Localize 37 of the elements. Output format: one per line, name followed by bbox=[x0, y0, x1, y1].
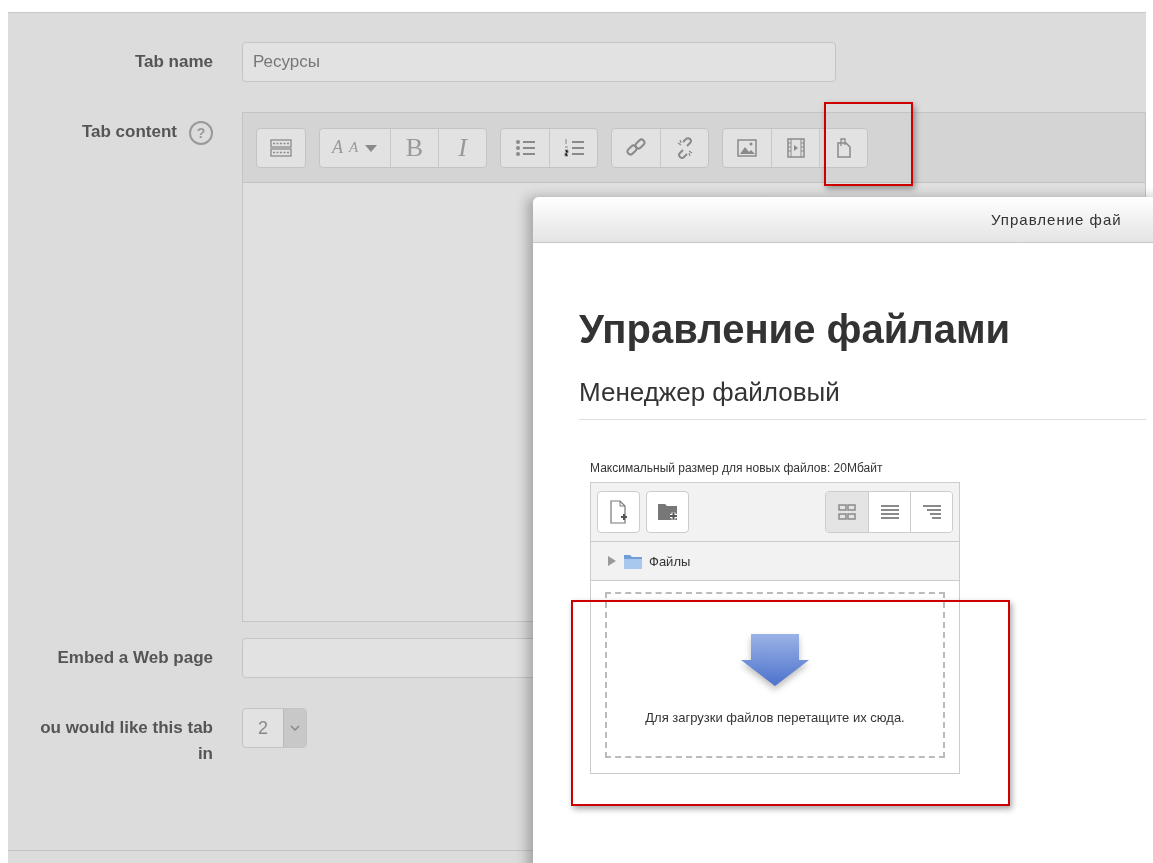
expand-icon bbox=[607, 556, 617, 566]
drop-zone[interactable]: Для загрузки файлов перетащите их сюда. bbox=[605, 592, 945, 758]
folder-name[interactable]: Файлы bbox=[649, 553, 691, 569]
view-toggle[interactable] bbox=[826, 492, 868, 532]
page-heading: Управление файлами bbox=[579, 306, 1012, 353]
dialog-title: Управление фай bbox=[991, 211, 1122, 228]
view-toggle[interactable] bbox=[868, 492, 910, 532]
field-label: ou would like this tab in bbox=[39, 717, 213, 765]
position-select[interactable]: 2 bbox=[242, 708, 307, 748]
numbered-list-icon bbox=[562, 136, 585, 159]
field-label: Tab content bbox=[81, 121, 177, 143]
document-icon bbox=[834, 136, 853, 159]
help-icon[interactable]: ? bbox=[189, 121, 213, 145]
image-icon bbox=[736, 136, 758, 159]
add-folder-icon bbox=[656, 501, 679, 523]
list-view-icon bbox=[878, 502, 901, 522]
italic-button[interactable]: I bbox=[438, 128, 486, 167]
keyboard-icon bbox=[269, 136, 293, 159]
link-icon bbox=[625, 136, 647, 159]
toolbar-toggle-button[interactable] bbox=[256, 127, 306, 168]
max-size-text: Максимальный размер для новых файлов: 20Мбайт bbox=[590, 460, 884, 476]
add-file-icon bbox=[608, 500, 629, 524]
arrow-icon bbox=[740, 634, 810, 686]
section-heading: Менеджер файловый bbox=[579, 375, 1146, 420]
grid-view-icon bbox=[837, 502, 857, 522]
drop-hint: Для загрузки файлов перетащите их сюда. bbox=[645, 710, 905, 725]
tree-view-icon bbox=[920, 502, 943, 522]
create-folder-button[interactable] bbox=[646, 491, 689, 533]
film-icon bbox=[784, 136, 807, 159]
chevron-icon bbox=[289, 724, 301, 732]
field-label: Tab name bbox=[134, 51, 213, 73]
folder-icon bbox=[623, 552, 643, 570]
field-label: Embed a Web page bbox=[57, 647, 213, 669]
add-file-button[interactable] bbox=[597, 491, 640, 533]
bold-button[interactable]: B bbox=[390, 128, 438, 167]
view-toggle[interactable] bbox=[910, 492, 952, 532]
tab-name-field[interactable]: Ресурсы bbox=[242, 42, 836, 82]
